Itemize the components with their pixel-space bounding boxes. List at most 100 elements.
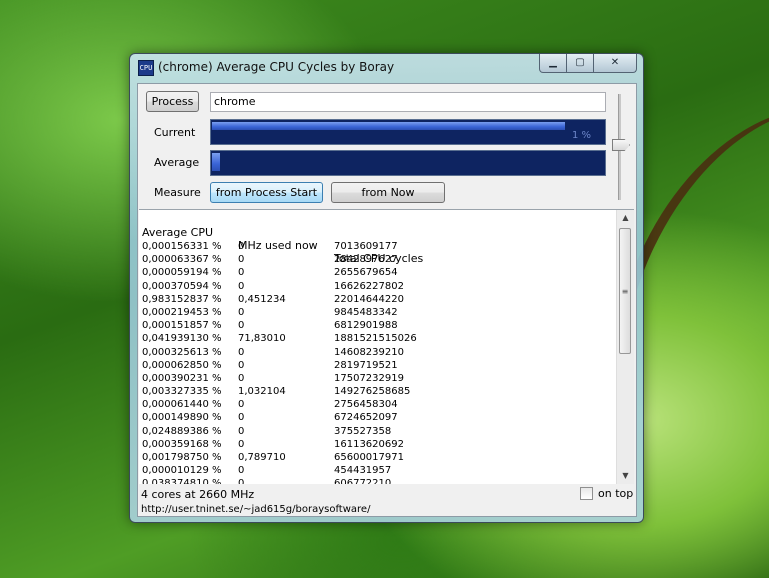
- list-item[interactable]: 0,000059194 % 0 2655679654: [142, 266, 612, 279]
- minimize-button[interactable]: ▁: [539, 54, 567, 73]
- on-top-option[interactable]: on top: [580, 487, 633, 500]
- process-input[interactable]: chrome: [210, 92, 606, 112]
- current-cpu-percent: 1 %: [571, 130, 591, 141]
- cores-status: 4 cores at 2660 MHz: [141, 488, 255, 501]
- website-link[interactable]: http://user.tninet.se/~jad615g/boraysoft…: [141, 504, 370, 515]
- list-item[interactable]: 0,000062850 % 0 2819719521: [142, 359, 612, 372]
- cell-average-cpu: 0,000219453 %: [142, 306, 222, 318]
- cell-total-cycles: 375527358: [334, 425, 392, 437]
- cell-mhz: 0: [238, 241, 245, 252]
- title-bar[interactable]: CPU (chrome) Average CPU Cycles by Boray…: [130, 54, 643, 82]
- list-item[interactable]: 0,000390231 % 0 17507232919: [142, 372, 612, 385]
- cell-mhz: 0: [238, 320, 245, 332]
- cell-mhz: 0: [238, 412, 245, 424]
- list-item[interactable]: 0,000359168 % 0 16113620692: [142, 438, 612, 451]
- cell-mhz: 0: [238, 346, 245, 358]
- list-item[interactable]: 0,038374810 % 0 606772210: [142, 477, 612, 484]
- cell-average-cpu: 0,000149890 %: [142, 412, 222, 424]
- cell-mhz: 0: [238, 306, 245, 318]
- from-process-start-button[interactable]: from Process Start: [210, 182, 323, 203]
- cell-average-cpu: 0,000151857 %: [142, 320, 222, 332]
- average-cpu-bar: [210, 150, 606, 176]
- cell-mhz: 0,451234: [238, 293, 286, 305]
- cell-total-cycles: 14608239210: [334, 346, 404, 358]
- list-item[interactable]: 0,000325613 % 0 14608239210: [142, 346, 612, 359]
- cell-mhz: 0: [238, 399, 245, 411]
- cell-total-cycles: 606772210: [334, 478, 392, 484]
- cell-mhz: 0: [238, 359, 245, 371]
- cell-mhz: 1,032104: [238, 386, 286, 398]
- apple-stem-background: [627, 59, 769, 341]
- cell-total-cycles: 2819719521: [334, 359, 398, 371]
- column-header-average-cpu: Average CPU: [142, 226, 214, 239]
- cell-mhz: 71,83010: [238, 333, 286, 345]
- cell-total-cycles: 7013609177: [334, 241, 398, 252]
- cpu-app-icon: CPU: [138, 60, 154, 76]
- cell-mhz: 0: [238, 478, 245, 484]
- average-cpu-bar-fill: [212, 153, 220, 171]
- list-item[interactable]: 0,000149890 % 0 6724652097: [142, 411, 612, 424]
- current-cpu-bar: 1 %: [210, 119, 606, 145]
- list-item[interactable]: 0,000010129 % 0 454431957: [142, 464, 612, 477]
- cell-average-cpu: 0,000061440 %: [142, 399, 222, 411]
- cell-mhz: 0: [238, 267, 245, 279]
- scroll-thumb[interactable]: ≡: [619, 228, 631, 354]
- update-interval-slider[interactable]: [612, 139, 630, 151]
- cell-average-cpu: 0,983152837 %: [142, 293, 222, 305]
- list-item[interactable]: 0,000156331 % 0 7013609177: [142, 240, 612, 253]
- window-controls: ▁ ▢ ✕: [539, 54, 637, 73]
- cell-average-cpu: 0,000370594 %: [142, 280, 222, 292]
- cell-mhz: 0: [238, 438, 245, 450]
- cell-total-cycles: 9845483342: [334, 306, 398, 318]
- close-button[interactable]: ✕: [594, 54, 637, 73]
- average-label: Average: [154, 156, 200, 169]
- list-item[interactable]: 0,000151857 % 0 6812901988: [142, 319, 612, 332]
- list-item[interactable]: 0,000219453 % 0 9845483342: [142, 306, 612, 319]
- list-item[interactable]: 0,041939130 % 71,83010 1881521515026: [142, 332, 612, 345]
- list-item[interactable]: 0,003327335 % 1,032104 149276258685: [142, 385, 612, 398]
- list-item[interactable]: 0,000063367 % 0 2842897627: [142, 253, 612, 266]
- cell-average-cpu: 0,001798750 %: [142, 452, 222, 463]
- cell-average-cpu: 0,000063367 %: [142, 254, 222, 266]
- cell-total-cycles: 16626227802: [334, 280, 404, 292]
- cell-total-cycles: 149276258685: [334, 386, 411, 398]
- cell-mhz: 0: [238, 372, 245, 384]
- list-item[interactable]: 0,000061440 % 0 2756458304: [142, 398, 612, 411]
- maximize-button[interactable]: ▢: [567, 54, 594, 73]
- cell-total-cycles: 6724652097: [334, 412, 398, 424]
- client-area: Process chrome Current 1 % Average Measu…: [137, 83, 637, 517]
- cell-mhz: 0: [238, 254, 245, 266]
- from-now-button[interactable]: from Now: [331, 182, 445, 203]
- window-title: (chrome) Average CPU Cycles by Boray: [158, 60, 395, 74]
- cell-average-cpu: 0,024889386 %: [142, 425, 222, 437]
- on-top-label: on top: [598, 487, 634, 500]
- cell-mhz: 0: [238, 280, 245, 292]
- cell-mhz: 0: [238, 465, 245, 477]
- cell-average-cpu: 0,038374810 %: [142, 478, 222, 484]
- current-label: Current: [154, 126, 196, 139]
- cell-total-cycles: 2842897627: [334, 254, 398, 266]
- cell-average-cpu: 0,000062850 %: [142, 359, 222, 371]
- cell-average-cpu: 0,000059194 %: [142, 267, 222, 279]
- cell-total-cycles: 2756458304: [334, 399, 398, 411]
- cell-average-cpu: 0,041939130 %: [142, 333, 222, 345]
- list-item[interactable]: 0,001798750 % 0,789710 65600017971: [142, 451, 612, 464]
- cell-average-cpu: 0,000390231 %: [142, 372, 222, 384]
- scroll-up-icon[interactable]: ▲: [617, 210, 634, 226]
- cell-total-cycles: 17507232919: [334, 372, 404, 384]
- cell-average-cpu: 0,000359168 %: [142, 438, 222, 450]
- cell-total-cycles: 22014644220: [334, 293, 404, 305]
- process-list[interactable]: Average CPU MHz used now Total CPU cycle…: [139, 209, 634, 484]
- scroll-down-icon[interactable]: ▼: [617, 468, 634, 484]
- on-top-checkbox[interactable]: [580, 487, 593, 500]
- list-item[interactable]: 0,000370594 % 0 16626227802: [142, 280, 612, 293]
- list-item[interactable]: 0,024889386 % 0 375527358: [142, 425, 612, 438]
- cell-average-cpu: 0,003327335 %: [142, 386, 222, 398]
- list-item[interactable]: 0,983152837 % 0,451234 22014644220: [142, 293, 612, 306]
- cell-total-cycles: 16113620692: [334, 438, 404, 450]
- cell-average-cpu: 0,000156331 %: [142, 241, 222, 252]
- cell-mhz: 0,789710: [238, 452, 286, 463]
- list-scrollbar[interactable]: ▲ ≡ ▼: [616, 210, 634, 484]
- process-button[interactable]: Process: [146, 91, 199, 112]
- cell-total-cycles: 6812901988: [334, 320, 398, 332]
